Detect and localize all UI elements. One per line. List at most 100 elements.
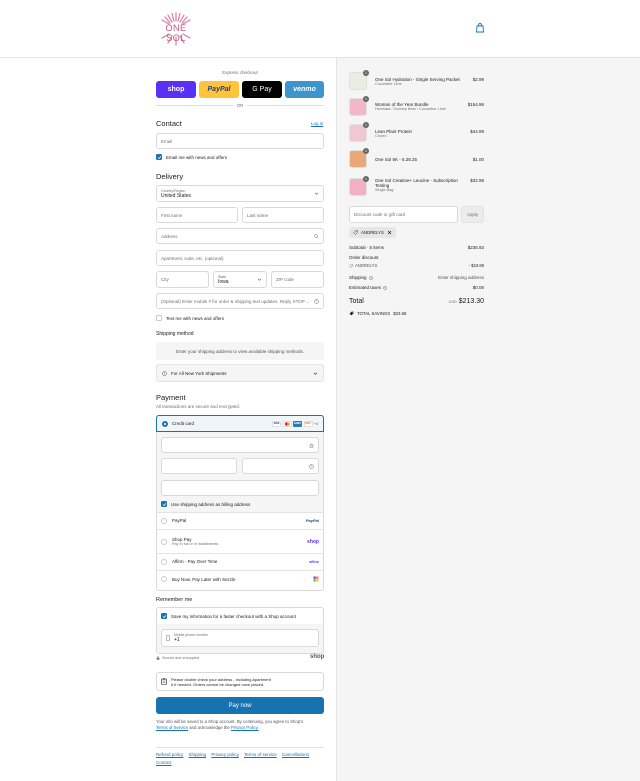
expiry-field[interactable]: [161, 458, 237, 474]
help-icon[interactable]: ?: [368, 275, 373, 280]
clipboard-icon: [161, 678, 167, 685]
footer-shipping-link[interactable]: Shipping: [189, 752, 207, 757]
paypal-logo-icon: PayPal: [305, 518, 319, 523]
apartment-placeholder: Apartment, suite, etc. (optional): [161, 255, 224, 261]
pay-now-button[interactable]: Pay now: [156, 697, 324, 714]
billing-checkbox-row[interactable]: Use shipping address as billing address: [161, 501, 250, 507]
venmo-button[interactable]: venmo: [285, 81, 324, 98]
paypal-option[interactable]: PayPal PayPal: [156, 512, 324, 528]
card-number-field[interactable]: [161, 437, 319, 453]
shop-pay-logo-icon: shop: [307, 538, 319, 545]
apply-button[interactable]: Apply: [461, 206, 484, 223]
notice-line2: # if needed. Orders cannot be changed on…: [171, 681, 265, 687]
city-field[interactable]: City: [156, 271, 209, 288]
affirm-option[interactable]: Affirm - Pay Over Time affirm: [156, 553, 324, 569]
security-code-field[interactable]: ?: [242, 458, 319, 474]
subtotal-label: Subtotal · 5 items: [349, 245, 385, 250]
last-name-field[interactable]: Last name: [242, 207, 324, 223]
name-on-card-field[interactable]: [161, 480, 319, 496]
subtotal-row: Subtotal · 5 items $236.93: [349, 245, 484, 250]
google-pay-button[interactable]: G Pay: [242, 81, 282, 98]
product-image: 1: [349, 176, 369, 196]
terms-of-service-link[interactable]: Terms of Service: [156, 725, 188, 730]
header: ONE SOL: [0, 0, 640, 58]
sezzle-radio[interactable]: [161, 576, 167, 582]
paypal-button[interactable]: PayPal: [199, 81, 239, 98]
phone-field[interactable]: (Optional) Enter mobile # for order & sh…: [156, 293, 324, 309]
help-icon[interactable]: ?: [383, 285, 387, 290]
footer-cancellations-link[interactable]: Cancellations: [282, 752, 309, 757]
cart-items: 1 One Sol Hydration - Single Serving Pac…: [349, 70, 484, 202]
mobile-phone-field[interactable]: Mobile phone number +1: [161, 629, 319, 647]
apartment-field[interactable]: Apartment, suite, etc. (optional): [156, 250, 324, 266]
notice-line1: Please double check your address - inclu…: [171, 676, 271, 682]
news-checkbox[interactable]: [156, 154, 162, 160]
country-select[interactable]: Country/Region United States: [156, 185, 324, 202]
footer-contact-link[interactable]: Contact: [156, 760, 172, 765]
shopping-bag-icon[interactable]: [475, 23, 485, 33]
item-variant: Churro: [375, 134, 387, 138]
shop-pay-sub: Pay in full or in installments: [172, 542, 219, 546]
news-checkbox-row[interactable]: Email me with news and offers: [156, 154, 227, 160]
ny-shipments-accordion[interactable]: For All New York Shipments: [156, 364, 324, 382]
item-price: $32.99: [470, 178, 484, 183]
billing-checkbox[interactable]: [161, 501, 167, 507]
product-image: 1: [349, 122, 369, 142]
first-name-field[interactable]: First name: [156, 207, 238, 223]
close-icon[interactable]: [387, 230, 392, 235]
or-text: OR: [236, 102, 244, 108]
text-checkbox[interactable]: [156, 315, 162, 321]
text-checkbox-row[interactable]: Text me with news and offers: [156, 315, 224, 321]
item-price: $44.99: [470, 129, 484, 134]
logo[interactable]: ONE SOL: [156, 9, 196, 49]
terms-text: Your info will be saved to a Shop accoun…: [156, 719, 324, 731]
quantity-badge: 1: [363, 70, 369, 76]
news-label: Email me with news and offers: [166, 154, 227, 160]
state-value: Iowa: [218, 278, 229, 285]
footer-refund-link[interactable]: Refund policy: [156, 752, 183, 757]
address-field[interactable]: Address: [156, 228, 324, 244]
total-value: $213.30: [458, 298, 484, 305]
save-info-row[interactable]: Save my information for a faster checkou…: [161, 613, 296, 619]
item-variant: Cucumber Lime: [375, 82, 402, 86]
email-field[interactable]: Email: [156, 133, 324, 149]
footer-terms-link[interactable]: Terms of service: [244, 752, 277, 757]
logo-text: ONE SOL: [165, 23, 187, 43]
state-select[interactable]: State Iowa: [213, 271, 267, 288]
cart-item: 1 One Sol Creatine+ Leucine - Subscripti…: [349, 176, 484, 200]
shop-pay-button[interactable]: shop: [156, 81, 196, 98]
save-info-checkbox[interactable]: [161, 613, 167, 619]
zip-field[interactable]: ZIP code: [271, 271, 324, 288]
taxes-value: $0.06: [472, 285, 484, 290]
discount-code-field[interactable]: Discount code or gift card: [349, 206, 458, 223]
mobile-phone-value: +1: [174, 637, 180, 643]
sezzle-option[interactable]: Buy Now, Pay Later with Sezzle: [156, 570, 324, 587]
order-discount-value: - $23.69: [468, 263, 484, 268]
shop-pay-radio[interactable]: [161, 538, 167, 545]
footer-privacy-link[interactable]: Privacy policy: [211, 752, 239, 757]
express-checkout-label: Express checkout: [222, 70, 258, 75]
shop-pay-option[interactable]: Shop Pay Pay in full or in installments s…: [156, 529, 324, 553]
credit-card-option[interactable]: Credit card VISA AMEX DISC +4: [156, 415, 324, 432]
paypal-radio[interactable]: [161, 517, 167, 524]
credit-card-radio[interactable]: [162, 420, 168, 427]
country-value: United States: [161, 192, 192, 199]
help-icon[interactable]: ?: [309, 463, 314, 469]
item-variant: Horchata / Gummy Bear / Cucumber Lime: [375, 107, 446, 111]
affirm-radio[interactable]: [161, 558, 167, 565]
search-icon: [314, 233, 319, 238]
lock-icon: [309, 442, 314, 448]
product-image: 1: [349, 148, 369, 168]
shipping-value: Enter shipping address: [437, 275, 484, 280]
quantity-badge: 1: [363, 148, 369, 154]
help-icon[interactable]: ?: [314, 298, 319, 304]
privacy-policy-link[interactable]: Privacy Policy.: [231, 725, 259, 730]
savings-row: TOTAL SAVINGS $23.69: [349, 311, 406, 316]
credit-card-label: Credit card: [172, 421, 195, 426]
lock-icon: [156, 656, 160, 660]
login-link[interactable]: Log in: [311, 121, 323, 126]
or-divider: OR: [156, 101, 324, 109]
secure-text: Secure and encrypted: [162, 656, 200, 660]
more-cards-text: +4: [314, 421, 318, 426]
item-price: $1.00: [472, 157, 484, 162]
